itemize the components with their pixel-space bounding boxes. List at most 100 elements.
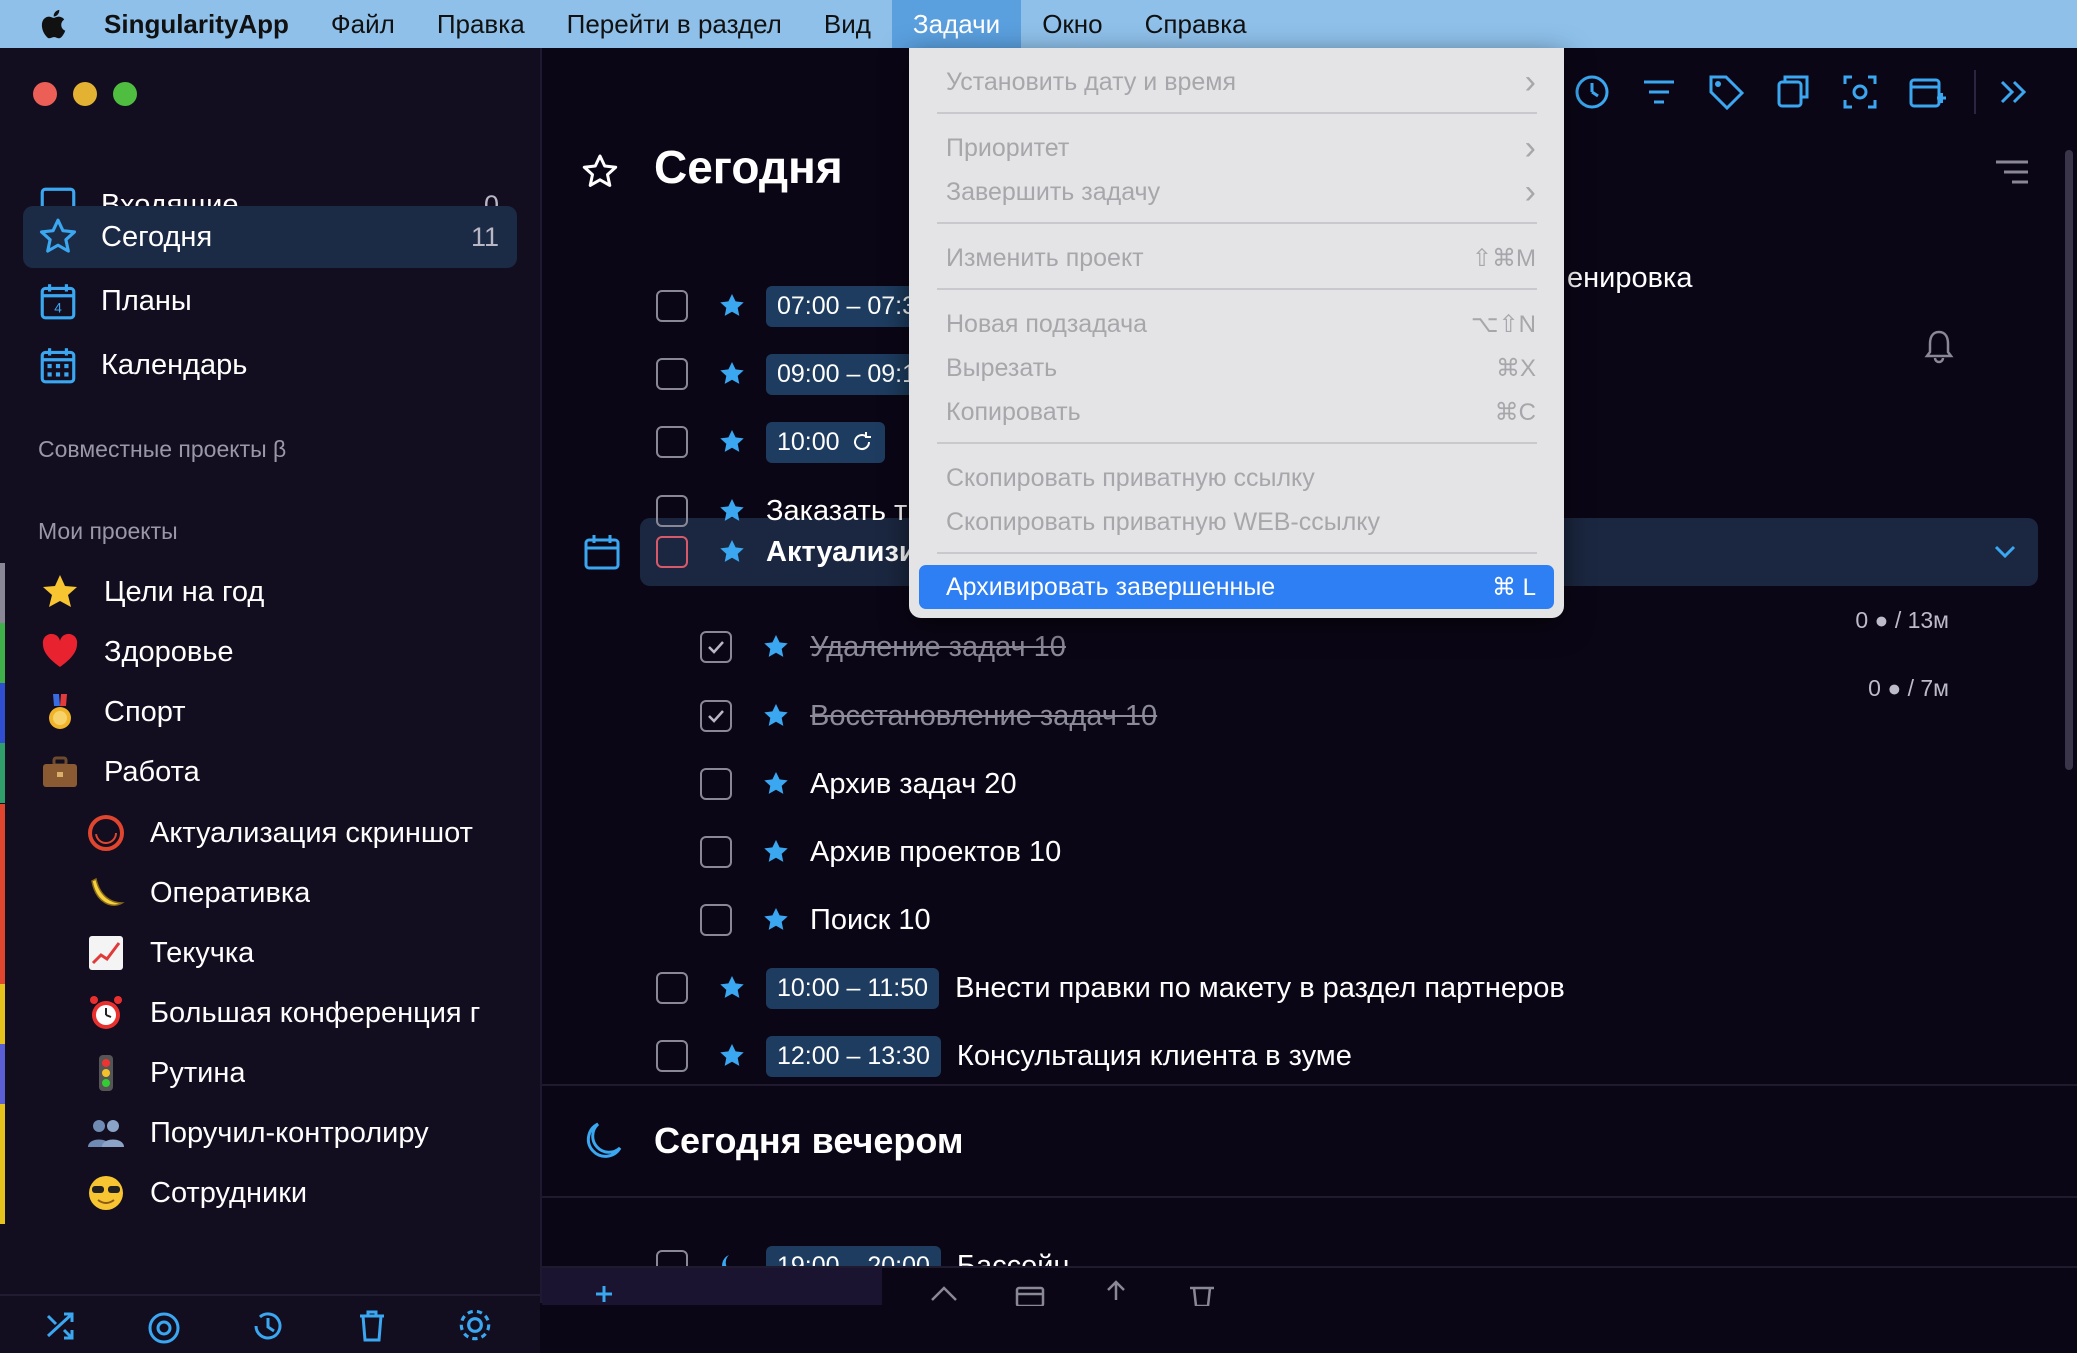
scrollbar[interactable]: [2065, 150, 2073, 770]
task-checkbox[interactable]: [656, 972, 688, 1004]
my-projects-title[interactable]: Мои проекты: [38, 518, 178, 545]
star-priority-icon[interactable]: [762, 906, 790, 934]
time-chip[interactable]: 07:00 – 07:3: [766, 285, 928, 327]
project-item[interactable]: Спорт: [0, 683, 540, 743]
subtask-row[interactable]: Архив задач 20: [700, 756, 1017, 812]
subtask-title[interactable]: Архив проектов 10: [810, 836, 1061, 869]
project-item[interactable]: Цели на год: [0, 563, 540, 623]
subtask-row[interactable]: Восстановление задач 10: [700, 688, 1157, 744]
home-icon[interactable]: [928, 1282, 960, 1306]
project-item[interactable]: Актуализация скриншот: [0, 804, 540, 864]
star-priority-icon[interactable]: [718, 538, 746, 566]
subtask-checkbox[interactable]: [700, 836, 732, 868]
subtask-checkbox[interactable]: [700, 904, 732, 936]
focus-icon[interactable]: [146, 1310, 182, 1346]
share-icon[interactable]: [1100, 1280, 1132, 1304]
star-priority-icon[interactable]: [718, 497, 746, 525]
trash-action-icon[interactable]: [1186, 1282, 1218, 1306]
menu-item-archive-completed[interactable]: Архивировать завершенные ⌘ L: [919, 565, 1554, 609]
calendar-action-icon[interactable]: [1014, 1282, 1046, 1306]
time-chip[interactable]: 19:00 – 20:00: [766, 1245, 941, 1266]
task-row[interactable]: 10:00 – 11:50 Внести правки по макету в …: [656, 960, 1565, 1016]
menu-item-new-subtask[interactable]: Новая подзадача ⌥⇧N: [919, 302, 1554, 346]
menu-tasks[interactable]: Задачи: [891, 0, 1022, 48]
task-row-selected[interactable]: Актуализи: [656, 524, 917, 580]
trash-icon[interactable]: [354, 1308, 390, 1344]
menu-item-cut[interactable]: Вырезать ⌘X: [919, 346, 1554, 390]
chevrons-right-icon[interactable]: [1993, 72, 2033, 112]
shared-projects-title[interactable]: Совместные проекты β: [38, 436, 286, 463]
task-title[interactable]: Консультация клиента в зуме: [957, 1040, 1352, 1073]
menu-item-change-project[interactable]: Изменить проект ⇧⌘M: [919, 236, 1554, 280]
subtask-title[interactable]: Удаление задач 10: [810, 631, 1066, 664]
window-zoom-button[interactable]: [113, 82, 137, 106]
task-title[interactable]: енировка: [1567, 262, 1692, 295]
task-checkbox[interactable]: [656, 290, 688, 322]
menu-window[interactable]: Окно: [1021, 0, 1123, 48]
star-priority-icon[interactable]: [762, 770, 790, 798]
task-row[interactable]: 09:00 – 09:1: [656, 346, 943, 402]
task-checkbox[interactable]: [656, 426, 688, 458]
menu-item-copy-private-link[interactable]: Скопировать приватную ссылку: [919, 456, 1554, 500]
chevron-down-icon[interactable]: [1990, 540, 2020, 564]
task-title[interactable]: Актуализи: [766, 536, 917, 569]
menu-view[interactable]: Вид: [803, 0, 892, 48]
task-checkbox[interactable]: [656, 495, 688, 527]
project-item[interactable]: Поручил-контролиру: [0, 1104, 540, 1164]
task-checkbox[interactable]: [656, 358, 688, 390]
subtask-title[interactable]: Поиск 10: [810, 904, 931, 937]
star-priority-icon[interactable]: [718, 292, 746, 320]
subtask-title[interactable]: Архив задач 20: [810, 768, 1017, 801]
moon-priority-icon[interactable]: [718, 1252, 746, 1266]
star-priority-icon[interactable]: [718, 1042, 746, 1070]
sidebar-item-today[interactable]: Сегодня 11: [23, 206, 517, 268]
task-title[interactable]: Бассейн: [957, 1250, 1070, 1267]
tag-icon[interactable]: [1706, 72, 1746, 112]
task-row[interactable]: 07:00 – 07:3: [656, 278, 943, 334]
menu-item-priority[interactable]: Приоритет ›: [919, 126, 1554, 170]
time-chip[interactable]: 09:00 – 09:1: [766, 353, 928, 395]
time-chip[interactable]: 12:00 – 13:30: [766, 1035, 941, 1077]
subtask-checkbox[interactable]: [700, 768, 732, 800]
history-icon[interactable]: [250, 1308, 286, 1344]
star-priority-icon[interactable]: [718, 428, 746, 456]
menu-item-copy[interactable]: Копировать ⌘C: [919, 390, 1554, 434]
menu-item-complete-task[interactable]: Завершить задачу ›: [919, 170, 1554, 214]
sort-icon[interactable]: [1992, 152, 2032, 192]
project-item[interactable]: Сотрудники: [0, 1164, 540, 1224]
project-item[interactable]: Текучка: [0, 924, 540, 984]
window-close-button[interactable]: [33, 82, 57, 106]
subtask-row[interactable]: Удаление задач 10: [700, 619, 1066, 675]
apple-icon[interactable]: [38, 7, 72, 41]
shuffle-icon[interactable]: [44, 1308, 80, 1344]
menu-go-to-section[interactable]: Перейти в раздел: [546, 0, 803, 48]
screenshot-icon[interactable]: [1840, 72, 1880, 112]
project-item[interactable]: Оперативка: [0, 864, 540, 924]
menu-edit[interactable]: Правка: [416, 0, 546, 48]
calendar-date-icon[interactable]: [582, 532, 622, 572]
subtask-checkbox-checked[interactable]: [700, 700, 732, 732]
subtask-row[interactable]: Архив проектов 10: [700, 824, 1061, 880]
menu-help[interactable]: Справка: [1124, 0, 1268, 48]
task-row[interactable]: 10:00: [656, 414, 901, 470]
habit-cup-icon[interactable]: [1773, 72, 1813, 112]
task-checkbox[interactable]: [656, 1250, 688, 1266]
star-priority-icon[interactable]: [762, 838, 790, 866]
sidebar-item-calendar[interactable]: Календарь: [23, 334, 517, 396]
project-item[interactable]: Здоровье: [0, 623, 540, 683]
project-item[interactable]: Рутина: [0, 1044, 540, 1104]
star-priority-icon[interactable]: [762, 702, 790, 730]
window-minimize-button[interactable]: [73, 82, 97, 106]
add-calendar-icon[interactable]: [1907, 72, 1947, 112]
time-chip[interactable]: 10:00 – 11:50: [766, 967, 940, 1009]
sidebar-item-plans[interactable]: 4 Планы: [23, 270, 517, 332]
bell-icon[interactable]: [1922, 328, 1956, 364]
project-item[interactable]: Работа: [0, 743, 540, 803]
pomodoro-timer-icon[interactable]: [1572, 72, 1612, 112]
task-checkbox[interactable]: [656, 536, 688, 568]
menu-file[interactable]: Файл: [310, 0, 416, 48]
task-row[interactable]: 12:00 – 13:30 Консультация клиента в зум…: [656, 1028, 1352, 1084]
add-task-area[interactable]: [542, 1268, 882, 1305]
menu-item-copy-private-web-link[interactable]: Скопировать приватную WEB-ссылку: [919, 500, 1554, 544]
subtask-checkbox-checked[interactable]: [700, 631, 732, 663]
